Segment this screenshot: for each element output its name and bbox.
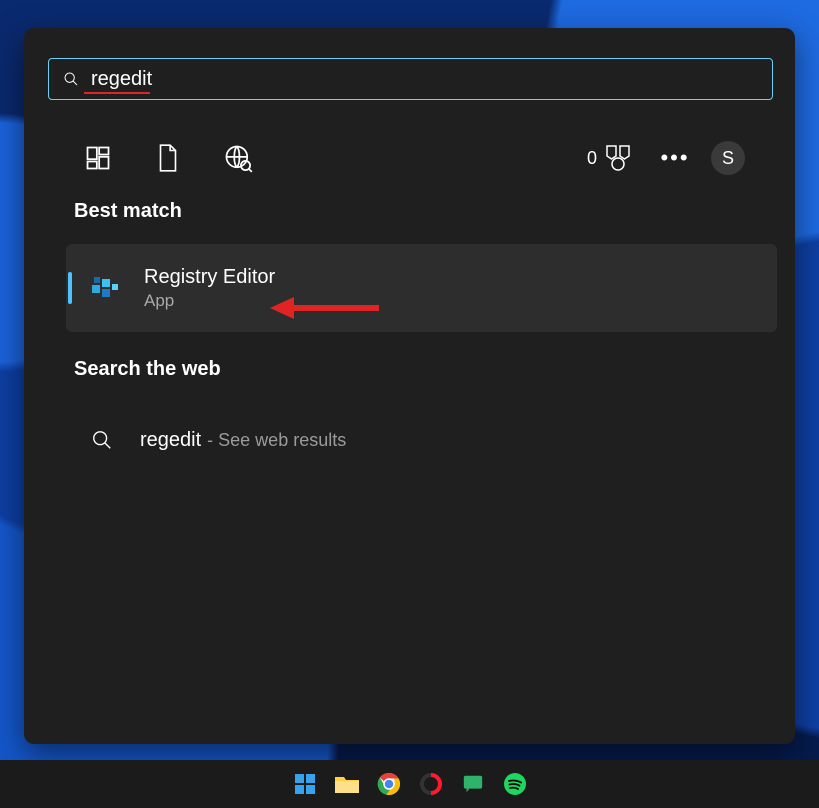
result-texts: Registry Editor App bbox=[144, 266, 275, 311]
file-explorer-button[interactable] bbox=[333, 770, 361, 798]
avatar-initial: S bbox=[722, 148, 734, 169]
start-button[interactable] bbox=[291, 770, 319, 798]
windows-logo-icon bbox=[293, 772, 317, 796]
search-icon bbox=[63, 71, 79, 87]
apps-grid-icon bbox=[84, 144, 112, 172]
search-icon bbox=[82, 429, 122, 451]
more-button[interactable]: ••• bbox=[655, 138, 695, 178]
chrome-button[interactable] bbox=[375, 770, 403, 798]
section-search-web: Search the web bbox=[74, 358, 221, 381]
documents-filter[interactable] bbox=[144, 134, 192, 182]
chat-app-button[interactable] bbox=[459, 770, 487, 798]
start-search-panel: 0 ••• S Best match Registry Editor App bbox=[24, 28, 795, 744]
rewards-medal-icon bbox=[603, 144, 633, 172]
rewards-points: 0 bbox=[587, 148, 597, 169]
spotify-button[interactable] bbox=[501, 770, 529, 798]
rewards-button[interactable]: 0 bbox=[587, 144, 633, 172]
account-avatar[interactable]: S bbox=[711, 141, 745, 175]
search-input[interactable] bbox=[89, 58, 772, 100]
registry-editor-icon bbox=[86, 270, 122, 306]
selection-accent bbox=[68, 272, 72, 304]
spellcheck-underline bbox=[84, 92, 150, 94]
web-result-query: regedit bbox=[140, 429, 201, 452]
section-best-match: Best match bbox=[74, 200, 182, 223]
apps-filter[interactable] bbox=[74, 134, 122, 182]
web-filter[interactable] bbox=[214, 134, 262, 182]
ring-icon bbox=[419, 772, 443, 796]
filter-row: 0 ••• S bbox=[74, 128, 745, 188]
taskbar bbox=[0, 760, 819, 808]
chrome-icon bbox=[377, 772, 401, 796]
web-result-regedit[interactable]: regedit - See web results bbox=[82, 414, 777, 466]
document-icon bbox=[155, 143, 181, 173]
result-title: Registry Editor bbox=[144, 266, 275, 289]
result-registry-editor[interactable]: Registry Editor App bbox=[66, 244, 777, 332]
web-result-hint: - See web results bbox=[207, 430, 346, 451]
folder-icon bbox=[334, 773, 360, 795]
search-box[interactable] bbox=[48, 58, 773, 100]
chat-icon bbox=[462, 773, 484, 795]
app-opera-button[interactable] bbox=[417, 770, 445, 798]
spotify-icon bbox=[503, 772, 527, 796]
ellipsis-icon: ••• bbox=[660, 145, 689, 171]
result-subtitle: App bbox=[144, 291, 275, 311]
globe-search-icon bbox=[223, 143, 253, 173]
